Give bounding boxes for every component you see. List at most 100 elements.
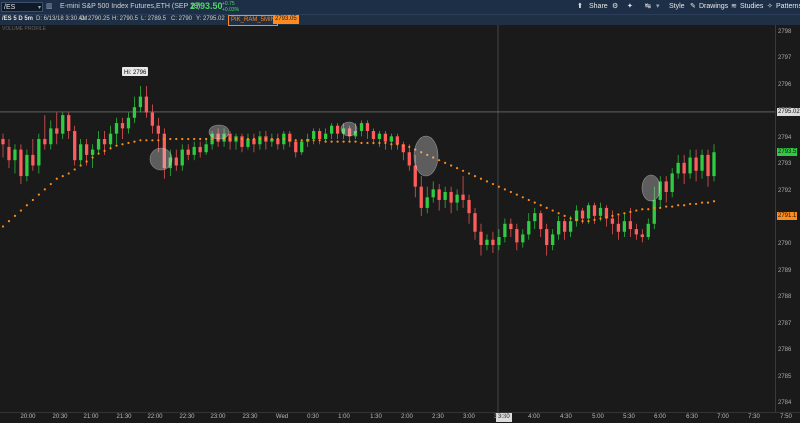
ma-point xyxy=(169,137,172,141)
time-tick-label: 7:30 xyxy=(748,414,760,420)
share-icon[interactable]: ⬆ xyxy=(577,2,583,12)
candle-body xyxy=(389,136,394,142)
study-value: 2793.05 xyxy=(273,15,299,24)
time-tick-label: 5:00 xyxy=(592,414,604,420)
style-button[interactable]: Style xyxy=(669,2,685,12)
symbol-selector[interactable]: /ES ▾ xyxy=(1,2,43,12)
ma-point xyxy=(671,205,674,208)
candle-body xyxy=(503,223,507,238)
candle-body xyxy=(156,125,160,134)
price-axis[interactable]: 2798279727962795279427932792279127902789… xyxy=(775,25,800,412)
patterns-button[interactable]: Patterns xyxy=(776,2,800,12)
bell-icon[interactable]: ✦ xyxy=(627,2,633,12)
candle-body xyxy=(652,199,656,224)
drawings-button[interactable]: Drawings xyxy=(699,2,728,12)
ma-point xyxy=(539,204,542,207)
candle-body xyxy=(312,131,316,139)
candle-body xyxy=(90,149,95,155)
candle-body xyxy=(25,154,29,177)
chevron-down-icon[interactable]: ▾ xyxy=(656,2,660,12)
ma-point xyxy=(348,140,351,143)
ma-point xyxy=(25,204,28,207)
ma-point xyxy=(97,152,100,155)
hi-annotation-text: Hi: 2796 xyxy=(124,70,147,76)
ma-point xyxy=(294,139,297,142)
candle-body xyxy=(473,213,477,232)
ma-point xyxy=(49,182,52,186)
time-tick-label: 7:50 xyxy=(780,414,792,420)
ma-point xyxy=(402,144,405,147)
candle-body xyxy=(365,123,370,132)
ma-point xyxy=(438,159,441,162)
ma-point xyxy=(1,225,5,228)
studies-button[interactable]: Studies xyxy=(740,2,763,12)
candle-body xyxy=(515,229,519,243)
ma-point xyxy=(611,214,614,217)
price-tick-label: 2788 xyxy=(778,294,792,301)
price-chart[interactable]: Hi: 2796 xyxy=(0,25,775,412)
ma-point xyxy=(515,193,518,196)
ma-point xyxy=(79,164,82,167)
chevron-down-icon: ▾ xyxy=(37,5,41,11)
price-tick-label: 2789 xyxy=(778,267,792,274)
candle-body xyxy=(455,194,459,203)
ma-point xyxy=(151,139,154,142)
ma-point xyxy=(599,217,602,220)
candle-body xyxy=(102,138,107,145)
candle-body xyxy=(539,213,543,230)
candle-body xyxy=(485,239,489,246)
candle-body xyxy=(646,223,650,238)
candle-body xyxy=(73,131,77,161)
ma-point xyxy=(533,201,536,204)
ma-point xyxy=(258,137,262,141)
candle-body xyxy=(598,207,603,216)
ma-point xyxy=(569,217,572,220)
ma-point xyxy=(360,141,363,145)
candle-body xyxy=(580,210,585,219)
ma-point xyxy=(473,174,477,178)
candle-body xyxy=(634,229,638,235)
ma-point xyxy=(342,140,345,143)
drawings-icon[interactable]: ✎ xyxy=(690,2,696,12)
patterns-icon[interactable]: ✧ xyxy=(767,2,773,12)
ma-point xyxy=(354,140,357,143)
time-tick-label: 5:30 xyxy=(623,414,635,420)
price-tag-ma: 2791.1 xyxy=(777,211,798,220)
ma-point xyxy=(444,161,447,164)
price-tick-label: 2787 xyxy=(778,320,792,327)
lock-icon[interactable]: ▥ xyxy=(46,2,53,12)
candle-body xyxy=(640,234,644,238)
candle-body xyxy=(371,131,376,139)
studies-icon[interactable]: ≋ xyxy=(731,2,737,12)
time-tick-label: Wed xyxy=(275,414,289,420)
ma-point xyxy=(163,137,166,141)
candle-body xyxy=(706,154,710,177)
candle-body xyxy=(622,221,627,232)
candle-body xyxy=(120,123,125,129)
candle-body xyxy=(437,189,441,200)
ma-point xyxy=(246,137,250,141)
style-icon[interactable]: ↹ xyxy=(645,2,651,12)
candle-body xyxy=(568,221,573,232)
ma-point xyxy=(199,137,202,141)
volume-profile-label: VOLUME PROFILE xyxy=(2,26,46,32)
candle-body xyxy=(419,186,423,208)
ohlc-low: L: 2789.5 xyxy=(141,16,167,22)
candle-body xyxy=(198,146,202,153)
ma-point xyxy=(593,218,596,221)
ma-point xyxy=(276,137,279,141)
ohlc-high: H: 2790.5 xyxy=(112,16,139,22)
ma-point xyxy=(19,209,23,212)
candle-body xyxy=(700,154,704,171)
ma-point xyxy=(653,206,656,209)
ma-point xyxy=(605,216,608,219)
ma-point xyxy=(467,172,471,175)
time-axis[interactable]: 3:30 20:00 20:30 21:00 21:30 22:00 22:30 23:00… xyxy=(0,412,800,423)
ma-point xyxy=(288,139,291,142)
ma-point xyxy=(211,137,214,141)
ma-point xyxy=(563,214,566,217)
share-button[interactable]: Share xyxy=(589,2,608,12)
time-tick-label: 20:30 xyxy=(52,414,68,420)
price-tick-label: 2784 xyxy=(778,400,792,407)
settings-icon[interactable]: ⚙ xyxy=(612,2,618,12)
